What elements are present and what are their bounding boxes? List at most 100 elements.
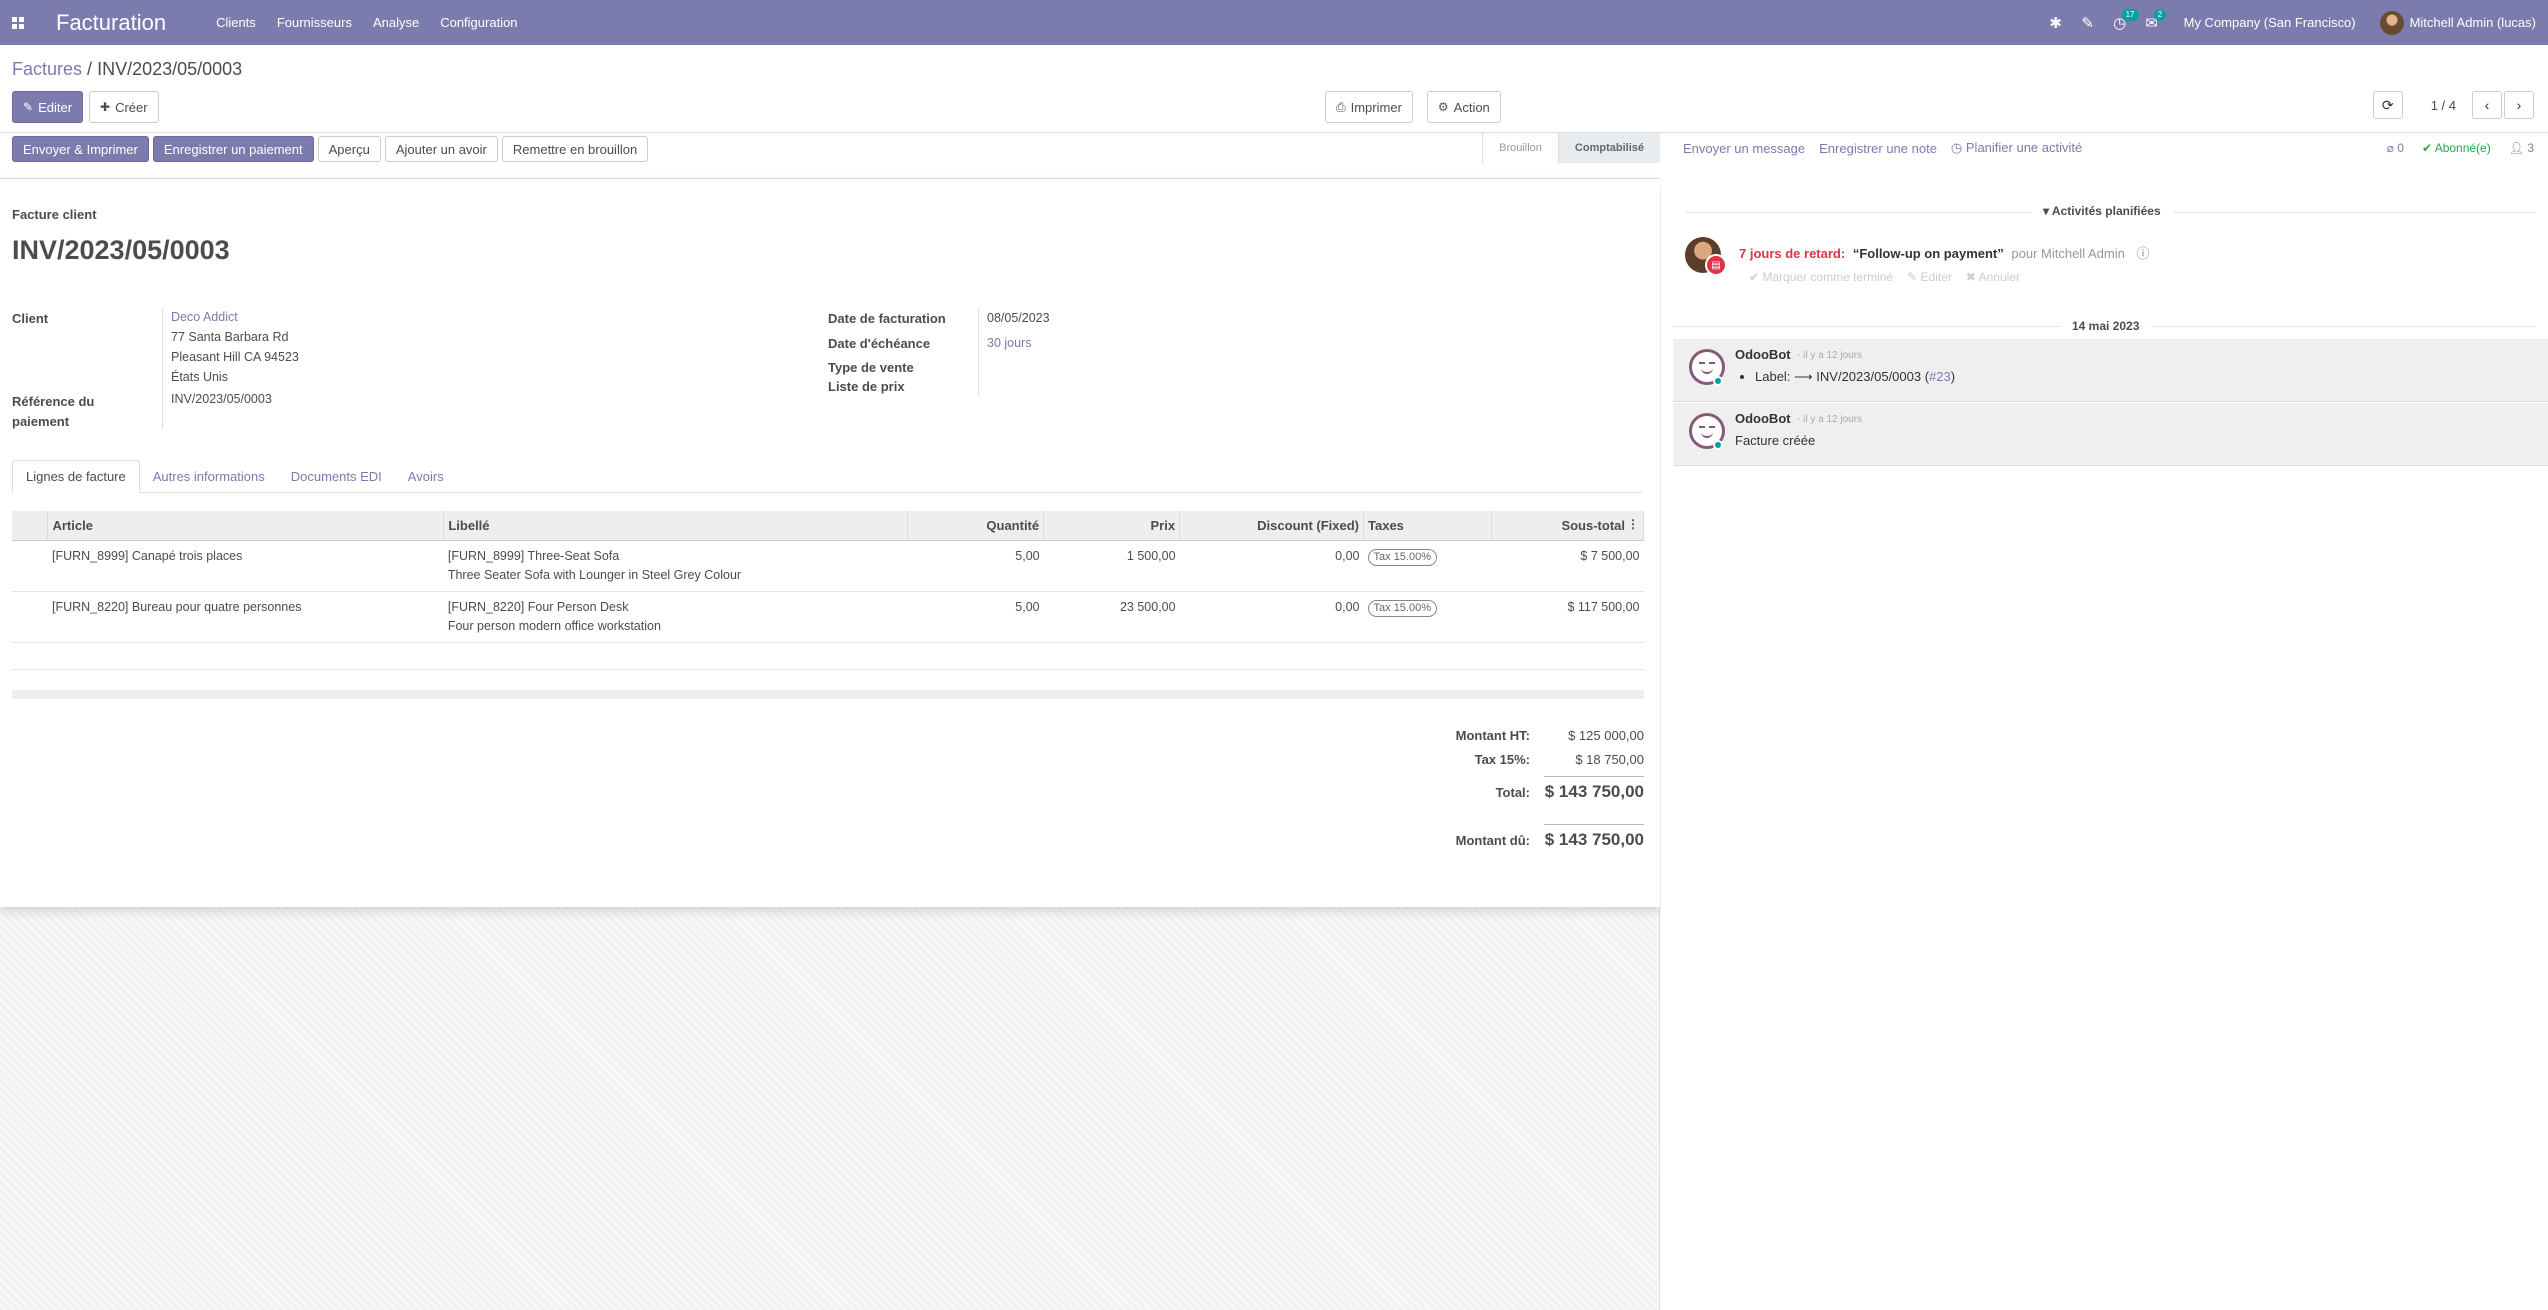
caret-down-icon: ▾ [2043, 204, 2052, 218]
activity-cancel-button[interactable]: ✖ Annuler [1966, 270, 2020, 284]
client-name-link[interactable]: Deco Addict [171, 307, 299, 327]
tab-edi-documents[interactable]: Documents EDI [278, 460, 395, 493]
table-footer [12, 690, 1644, 699]
table-row[interactable]: [FURN_8999] Canapé trois places [FURN_89… [12, 540, 1644, 592]
menu-configuration[interactable]: Configuration [440, 15, 517, 30]
tab-invoice-lines[interactable]: Lignes de facture [12, 460, 140, 493]
client-street: 77 Santa Barbara Rd [171, 330, 289, 344]
online-status-icon [1713, 376, 1723, 386]
cell-quantity: 5,00 [907, 591, 1044, 643]
info-icon[interactable]: ⓘ [2136, 246, 2149, 261]
activity-edit-button[interactable]: ✎ Editer [1907, 270, 1952, 284]
col-price[interactable]: Prix [1043, 511, 1181, 541]
edit-button[interactable]: ✎ Editer [12, 91, 84, 123]
total-amount: $ 143 750,00 [1544, 776, 1644, 802]
tax-amount: $ 18 750,00 [1575, 752, 1644, 767]
breadcrumb-current: INV/2023/05/0003 [97, 59, 243, 79]
col-subtotal[interactable]: Sous-total ⋮ [1491, 511, 1645, 541]
app-title[interactable]: Facturation [56, 10, 166, 36]
stage-draft[interactable]: Brouillon [1482, 133, 1558, 163]
total-label: Total: [1495, 785, 1530, 800]
status-bar: Envoyer & Imprimer Enregistrer un paieme… [0, 133, 1660, 179]
client-label: Client [12, 311, 49, 326]
amount-due: $ 143 750,00 [1544, 824, 1644, 850]
due-date-value[interactable]: 30 jours [987, 333, 1031, 353]
arrow-right-icon: ⟶ [1794, 369, 1817, 384]
messages-icon[interactable]: ✉ 2 [2136, 0, 2168, 45]
user-menu[interactable]: Mitchell Admin (lucas) [2410, 15, 2536, 30]
clock-icon: ◷ [1950, 140, 1966, 155]
send-print-button[interactable]: Envoyer & Imprimer [12, 136, 149, 162]
user-icon: 👤︎ [2508, 141, 2528, 155]
field-separator [978, 309, 979, 395]
empty-row [12, 642, 1644, 670]
form-view: Envoyer & Imprimer Enregistrer un paieme… [0, 133, 1660, 1310]
col-discount[interactable]: Discount (Fixed) [1179, 511, 1365, 541]
message-date: - il y a 12 jours [1797, 350, 1863, 361]
tax-label: Tax 15%: [1474, 752, 1530, 767]
chatter-message: OdooBot - il y a 12 jours Label: ⟶ INV/2… [1673, 339, 2548, 402]
tab-other-info[interactable]: Autres informations [140, 460, 278, 493]
mark-done-button[interactable]: ✔ Marquer comme terminé [1749, 270, 1893, 284]
chatter-message: OdooBot - il y a 12 jours Facture créée [1673, 403, 2548, 466]
col-label[interactable]: Libellé [443, 511, 909, 541]
cell-label: [FURN_8999] Three-Seat Sofa Three Seater … [443, 540, 908, 592]
company-switcher[interactable]: My Company (San Francisco) [2184, 15, 2356, 30]
col-article[interactable]: Article [47, 511, 445, 541]
chevron-left-icon[interactable]: ‹ [2472, 91, 2502, 119]
pager-value[interactable]: 1 / 4 [2431, 98, 2456, 113]
pricelist-label: Liste de prix [828, 379, 905, 394]
register-payment-button[interactable]: Enregistrer un paiement [152, 136, 314, 162]
schedule-activity-button[interactable]: ◷ Planifier une activité [1951, 140, 2082, 156]
user-avatar[interactable] [2379, 10, 2404, 35]
handle-header [12, 511, 49, 541]
online-status-icon [1713, 440, 1723, 450]
status-stages: Brouillon Comptabilisé [1482, 133, 1660, 163]
col-taxes[interactable]: Taxes [1363, 511, 1492, 541]
print-button[interactable]: ⎙ Imprimer [1325, 91, 1413, 123]
bug-icon[interactable]: ✱ [2040, 0, 2072, 45]
due-date-label: Date d'échéance [828, 336, 931, 351]
log-note-button[interactable]: Enregistrer une note [1819, 141, 1937, 156]
pager: ⟳ 1 / 4 ‹ › [2372, 91, 2534, 119]
document-name: INV/2023/05/0003 [12, 235, 230, 265]
message-body: Facture créée [1735, 433, 1816, 448]
plus-icon: ✚ [100, 100, 111, 114]
action-button[interactable]: ⚙ Action [1426, 91, 1501, 123]
edit-mode-icon[interactable]: ✎ [2072, 0, 2104, 45]
stage-posted[interactable]: Comptabilisé [1557, 133, 1660, 163]
menu-suppliers[interactable]: Fournisseurs [277, 15, 352, 30]
reset-draft-button[interactable]: Remettre en brouillon [501, 136, 649, 162]
cell-subtotal: $ 117 500,00 [1491, 591, 1644, 643]
client-address-block: Deco Addict 77 Santa Barbara Rd Pleasant… [171, 307, 299, 387]
planned-activities-toggle[interactable]: ▾ Activités planifiées [2031, 204, 2173, 218]
follow-button[interactable]: ✔ Abonné(e) [2422, 141, 2491, 155]
preview-button[interactable]: Aperçu [317, 136, 381, 162]
add-credit-note-button[interactable]: Ajouter un avoir [384, 136, 498, 162]
record-link[interactable]: #23 [1929, 369, 1951, 384]
menu-clients[interactable]: Clients [216, 15, 256, 30]
breadcrumb-invoices[interactable]: Factures [12, 59, 82, 79]
followers-button[interactable]: 👤︎ 3 [2509, 141, 2534, 155]
cell-discount: 0,00 [1179, 540, 1364, 592]
chevron-right-icon[interactable]: › [2504, 91, 2534, 119]
table-row[interactable]: [FURN_8220] Bureau pour quatre personnes… [12, 591, 1644, 643]
cell-article: [FURN_8999] Canapé trois places [47, 540, 444, 592]
client-country: États Unis [171, 370, 228, 384]
attachments-button[interactable]: ⌀ 0 [2387, 141, 2404, 155]
refresh-icon[interactable]: ⟳ [2372, 91, 2403, 119]
cell-subtotal: $ 7 500,00 [1491, 540, 1644, 592]
breadcrumb-separator: / [87, 59, 93, 79]
col-quantity[interactable]: Quantité [907, 511, 1045, 541]
app-menu-icon[interactable] [0, 0, 36, 45]
menu-reporting[interactable]: Analyse [373, 15, 419, 30]
activity-type-icon: ▤ [1705, 254, 1727, 276]
tab-credit-notes[interactable]: Avoirs [395, 460, 457, 493]
top-navbar: Facturation Clients Fournisseurs Analyse… [0, 0, 2548, 45]
create-button[interactable]: ✚ Créer [89, 91, 159, 123]
invoice-date-label: Date de facturation [828, 311, 946, 326]
pencil-icon: ✎ [23, 100, 34, 114]
activity-clock-icon[interactable]: ◷ 17 [2104, 0, 2139, 45]
column-options-icon[interactable]: ⋮ [1627, 517, 1639, 531]
send-message-button[interactable]: Envoyer un message [1683, 141, 1805, 156]
